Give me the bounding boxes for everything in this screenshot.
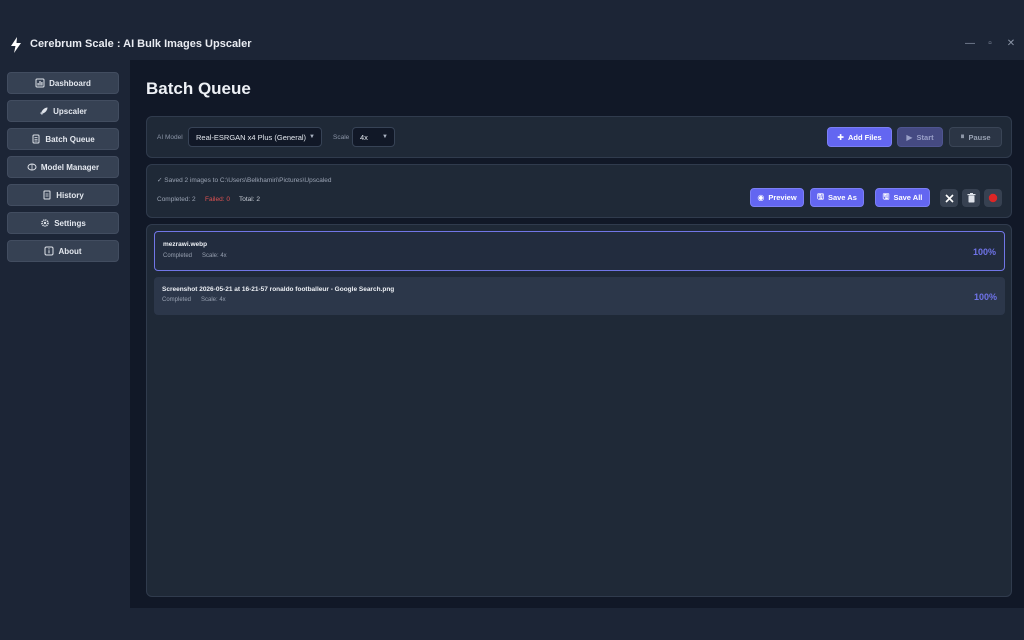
status-message: ✓ Saved 2 images to C:\Users\Belkhamiri\… — [157, 177, 332, 184]
dashboard-icon — [35, 78, 45, 88]
scale-label: Scale — [333, 134, 350, 141]
sidebar-item-history[interactable]: History — [7, 184, 119, 206]
pause-button[interactable]: ⏸ Pause — [949, 127, 1002, 147]
sidebar-item-upscaler[interactable]: Upscaler — [7, 100, 119, 122]
list-item[interactable]: mezrawi.webp Completed Scale: 4x 100% — [154, 231, 1005, 271]
chevron-down-icon: ▼ — [309, 134, 315, 140]
list-item[interactable]: Screenshot 2026-05-21 at 16-21-57 ronald… — [154, 277, 1005, 315]
sidebar-item-label: Settings — [54, 218, 86, 228]
model-label: AI Model — [157, 134, 183, 141]
pause-label: Pause — [968, 132, 991, 142]
sidebar-item-settings[interactable]: Settings — [7, 212, 119, 234]
main-content: Batch Queue AI Model Real-ESRGAN x4 Plus… — [130, 60, 1024, 608]
file-name: Screenshot 2026-05-21 at 16-21-57 ronald… — [162, 286, 395, 293]
start-button[interactable]: ▶ Start — [897, 127, 943, 147]
toolbar-panel: AI Model Real-ESRGAN x4 Plus (General) ▼… — [146, 116, 1012, 158]
file-name: mezrawi.webp — [163, 241, 208, 248]
bottom-strip — [0, 608, 1024, 640]
file-progress: 100% — [973, 292, 997, 302]
sidebar-item-label: History — [56, 190, 84, 200]
plus-icon: ✚ — [837, 132, 844, 142]
close-window-button[interactable]: ✕ — [1003, 38, 1019, 49]
app-title: Cerebrum Scale : AI Bulk Images Upscaler — [30, 38, 252, 50]
sidebar-item-model-manager[interactable]: Model Manager — [7, 156, 119, 178]
total-count: Total: 2 — [239, 196, 260, 203]
rocket-icon — [40, 107, 48, 115]
add-files-button[interactable]: ✚ Add Files — [827, 127, 892, 147]
save-all-label: Save All — [893, 193, 923, 202]
eye-icon: ◉ — [757, 193, 765, 202]
save-icon: 🖫 — [817, 191, 824, 201]
page-title: Batch Queue — [146, 79, 251, 98]
file-scale: Scale: 4x — [202, 253, 227, 259]
file-status: Completed — [163, 253, 193, 259]
history-icon — [43, 190, 51, 200]
status-panel: ✓ Saved 2 images to C:\Users\Belkhamiri\… — [146, 164, 1012, 218]
queue-panel: mezrawi.webp Completed Scale: 4x 100% Sc… — [146, 224, 1012, 597]
maximize-button[interactable]: ▫ — [982, 38, 998, 49]
sidebar-item-about[interactable]: About — [7, 240, 119, 262]
preview-button[interactable]: ◉ Preview — [750, 188, 804, 207]
file-progress: 100% — [972, 247, 996, 257]
stop-icon — [988, 193, 998, 203]
sidebar-item-batch-queue[interactable]: Batch Queue — [7, 128, 119, 150]
save-icon: 🖫 — [882, 191, 890, 201]
lightning-icon — [11, 37, 21, 53]
pause-icon: ⏸ — [960, 132, 965, 141]
sidebar-item-label: Dashboard — [49, 78, 91, 88]
sidebar-item-label: Batch Queue — [45, 134, 95, 144]
title-bar: Cerebrum Scale : AI Bulk Images Upscaler… — [0, 0, 1024, 60]
minimize-button[interactable]: — — [962, 38, 978, 49]
chevron-down-icon: ▼ — [382, 134, 388, 140]
start-label: Start — [916, 132, 934, 142]
brain-icon — [27, 163, 37, 171]
file-scale: Scale: 4x — [201, 297, 226, 303]
sidebar-item-label: Upscaler — [53, 106, 87, 116]
model-select[interactable]: Real-ESRGAN x4 Plus (General) ▼ — [188, 127, 322, 147]
play-icon: ▶ — [906, 132, 913, 142]
scale-select-value: 4x — [360, 132, 368, 142]
sidebar-item-label: Model Manager — [40, 162, 100, 172]
sidebar-item-dashboard[interactable]: Dashboard — [7, 72, 119, 94]
completed-count: Completed: 2 — [157, 196, 196, 203]
failed-count: Failed: 0 — [205, 196, 230, 203]
remove-button[interactable] — [940, 189, 958, 207]
save-as-button[interactable]: 🖫 Save As — [810, 188, 864, 207]
add-files-label: Add Files — [847, 132, 882, 142]
clear-button[interactable] — [962, 189, 980, 207]
sidebar-item-label: About — [58, 246, 82, 256]
save-as-label: Save As — [827, 193, 857, 202]
preview-label: Preview — [768, 193, 797, 202]
info-icon — [44, 246, 54, 256]
file-status: Completed — [162, 297, 192, 303]
close-icon — [944, 193, 954, 203]
trash-icon — [967, 193, 975, 203]
stop-button[interactable] — [984, 189, 1002, 207]
scale-select[interactable]: 4x ▼ — [352, 127, 395, 147]
gear-icon — [41, 219, 50, 227]
save-all-button[interactable]: 🖫 Save All — [875, 188, 930, 207]
queue-icon — [32, 134, 40, 144]
sidebar: Dashboard Upscaler Batch Queue Model Man… — [0, 60, 130, 640]
model-select-value: Real-ESRGAN x4 Plus (General) — [196, 132, 307, 142]
